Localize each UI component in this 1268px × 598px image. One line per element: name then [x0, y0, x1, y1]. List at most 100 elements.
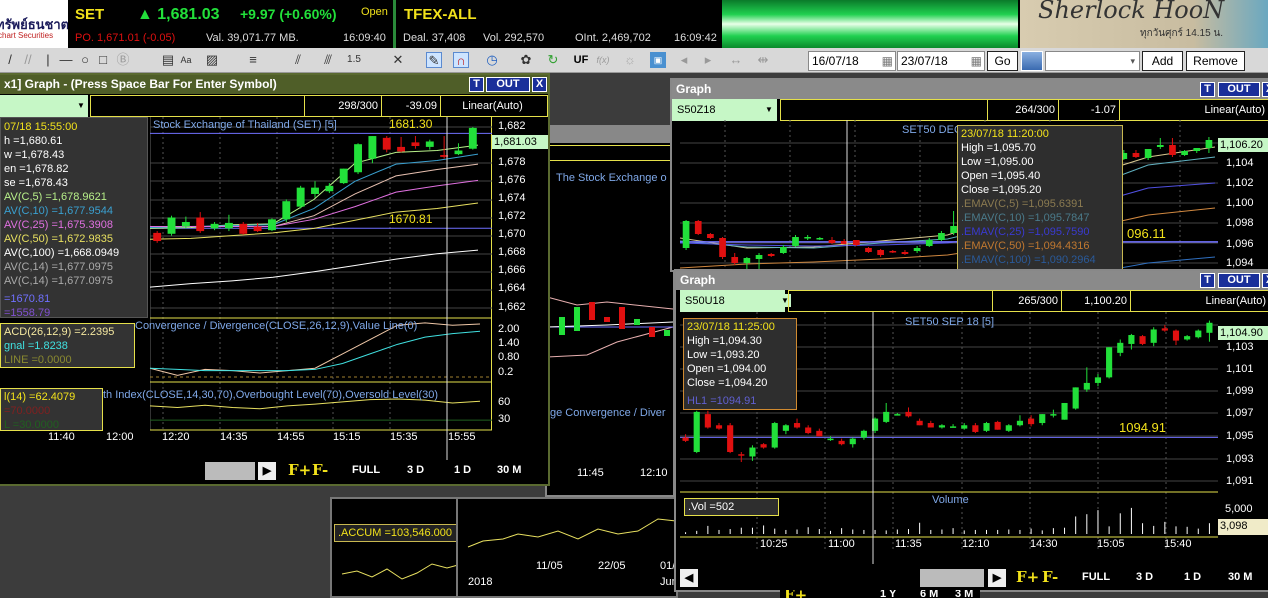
full-button[interactable]: FULL: [352, 464, 380, 476]
candle-down: [411, 142, 420, 147]
line-style-icon[interactable]: ▨: [204, 52, 220, 68]
formula-button[interactable]: f(x): [595, 52, 611, 68]
tooltip-close: Close =1,094.20: [687, 377, 768, 389]
calendar-icon[interactable]: ▦: [971, 52, 982, 70]
candle-down: [731, 257, 739, 263]
candle-up: [1016, 420, 1024, 426]
candle-down: [927, 423, 934, 428]
t-button[interactable]: T: [1200, 82, 1215, 97]
scroll-right-arrow[interactable]: ▶: [988, 569, 1006, 587]
fibonacci-tool-icon[interactable]: 1.5: [346, 52, 362, 68]
scrollbar-thumb[interactable]: [205, 462, 255, 480]
parallel-line-tool-icon[interactable]: //: [20, 52, 36, 68]
zoom-out-button[interactable]: F-: [1042, 568, 1058, 586]
scroll-right-icon[interactable]: ▸: [700, 52, 716, 68]
folder-icon[interactable]: [1021, 51, 1043, 71]
window-titlebar[interactable]: Graph: [676, 271, 1268, 290]
zoom-out-button[interactable]: F-: [312, 461, 328, 479]
zoom-in-button[interactable]: F+: [1016, 568, 1039, 586]
last-price-badge: 1,681.03: [492, 135, 548, 149]
clock-icon[interactable]: ◷: [484, 52, 500, 68]
close-button[interactable]: X: [1262, 273, 1268, 288]
scroll-left-icon[interactable]: ◂: [676, 52, 692, 68]
6m-button[interactable]: 6 M: [920, 590, 938, 598]
zoom-in-button[interactable]: F+: [288, 461, 311, 479]
background-graph-window[interactable]: The Stock Exchange o ge Convergence / Di…: [545, 125, 675, 497]
template-select[interactable]: ▾: [1045, 51, 1140, 71]
font-tool-icon[interactable]: Aa: [178, 52, 194, 68]
3m-button[interactable]: 3 M: [955, 590, 973, 598]
background-timeframe-bar: F+ 1 Y 6 M 3 M: [780, 590, 980, 598]
settings-icon[interactable]: ☼: [622, 52, 638, 68]
t-button[interactable]: T: [469, 77, 484, 92]
uf-button[interactable]: UF: [573, 52, 589, 68]
line-tool-icon[interactable]: /: [2, 52, 18, 68]
candle-up: [210, 223, 219, 229]
candle-up: [1117, 342, 1124, 353]
scale-selector[interactable]: Linear(Auto): [440, 95, 548, 117]
out-button[interactable]: OUT: [1218, 273, 1260, 288]
calendar-icon[interactable]: ▦: [882, 52, 893, 70]
history-window[interactable]: 11/05 22/05 01/ 2018 Jun: [456, 497, 678, 598]
chevron-down-icon[interactable]: ▼: [75, 99, 87, 112]
scroll-left-arrow[interactable]: ◀: [680, 569, 698, 587]
symbol-input[interactable]: S50Z18: [672, 99, 777, 121]
circle-tool-icon[interactable]: ○: [77, 52, 93, 68]
line-width-icon[interactable]: ≡: [245, 52, 261, 68]
fan-tool-icon[interactable]: ⫽: [290, 52, 306, 68]
scale-selector[interactable]: Linear(Auto): [1119, 99, 1268, 121]
advert-banner[interactable]: Sherlock HooN ทุกวันศุกร์ 14.15 น.: [1020, 0, 1268, 48]
t-button[interactable]: T: [1200, 273, 1215, 288]
zoom-in-icon[interactable]: ↔: [728, 52, 744, 68]
candle-up: [961, 425, 968, 429]
zoom-in-button[interactable]: F+: [784, 590, 807, 598]
delete-tool-icon[interactable]: ✕: [390, 52, 406, 68]
from-date-input[interactable]: 16/07/18 ▦: [808, 51, 896, 71]
bold-tool-icon[interactable]: Ⓑ: [115, 52, 131, 68]
candle-down: [397, 146, 406, 152]
price-tick: 1,670: [498, 228, 526, 240]
1d-button[interactable]: 1 D: [454, 464, 471, 476]
legend-ma14: AV(C,14) =1,677.0975: [4, 275, 113, 287]
30m-button[interactable]: 30 M: [1228, 571, 1252, 583]
candle-down: [738, 454, 745, 456]
3d-button[interactable]: 3 D: [407, 464, 424, 476]
palette-icon[interactable]: ✿: [518, 52, 534, 68]
chart-title: SET50 SEP 18 [5]: [905, 316, 995, 328]
window-titlebar[interactable]: Graph: [672, 80, 1268, 99]
candle-down: [1139, 336, 1146, 344]
1y-button[interactable]: 1 Y: [880, 590, 896, 598]
time-tick: 14:30: [1030, 538, 1058, 550]
out-button[interactable]: OUT: [1218, 82, 1260, 97]
window-titlebar[interactable]: x1] Graph - (Press Space Bar For Enter S…: [0, 75, 548, 94]
zoom-out-icon[interactable]: ⇹: [755, 52, 771, 68]
accum-window[interactable]: .ACCUM =103,546.000: [330, 497, 460, 598]
pencil-icon[interactable]: ✎: [426, 52, 442, 68]
screen-icon[interactable]: ▣: [650, 52, 666, 68]
go-button[interactable]: Go: [987, 51, 1018, 71]
3d-button[interactable]: 3 D: [1136, 571, 1153, 583]
out-button[interactable]: OUT: [486, 77, 530, 92]
add-button[interactable]: Add: [1142, 51, 1183, 71]
scroll-right-arrow[interactable]: ▶: [258, 462, 276, 480]
scrollbar-thumb[interactable]: [920, 569, 984, 587]
magnet-icon[interactable]: ∩: [453, 52, 469, 68]
full-button[interactable]: FULL: [1082, 571, 1110, 583]
symbol-input[interactable]: S50U18: [680, 290, 785, 312]
chevron-down-icon[interactable]: ▼: [763, 103, 775, 116]
channel-tool-icon[interactable]: ⫻: [320, 52, 336, 68]
rectangle-tool-icon[interactable]: □: [95, 52, 111, 68]
to-date-input[interactable]: 23/07/18 ▦: [897, 51, 985, 71]
close-button[interactable]: X: [532, 77, 547, 92]
1d-button[interactable]: 1 D: [1184, 571, 1201, 583]
close-button[interactable]: X: [1262, 82, 1268, 97]
horizontal-line-tool-icon[interactable]: —: [58, 52, 74, 68]
remove-button[interactable]: Remove: [1186, 51, 1245, 71]
text-box-tool-icon[interactable]: ▤: [160, 52, 176, 68]
candle-down: [816, 430, 823, 437]
refresh-icon[interactable]: ↻: [545, 52, 561, 68]
vertical-line-tool-icon[interactable]: |: [40, 52, 56, 68]
scale-selector[interactable]: Linear(Auto): [1130, 290, 1268, 312]
tfex-open-interest: OInt. 2,469,702: [575, 32, 651, 44]
30m-button[interactable]: 30 M: [497, 464, 521, 476]
